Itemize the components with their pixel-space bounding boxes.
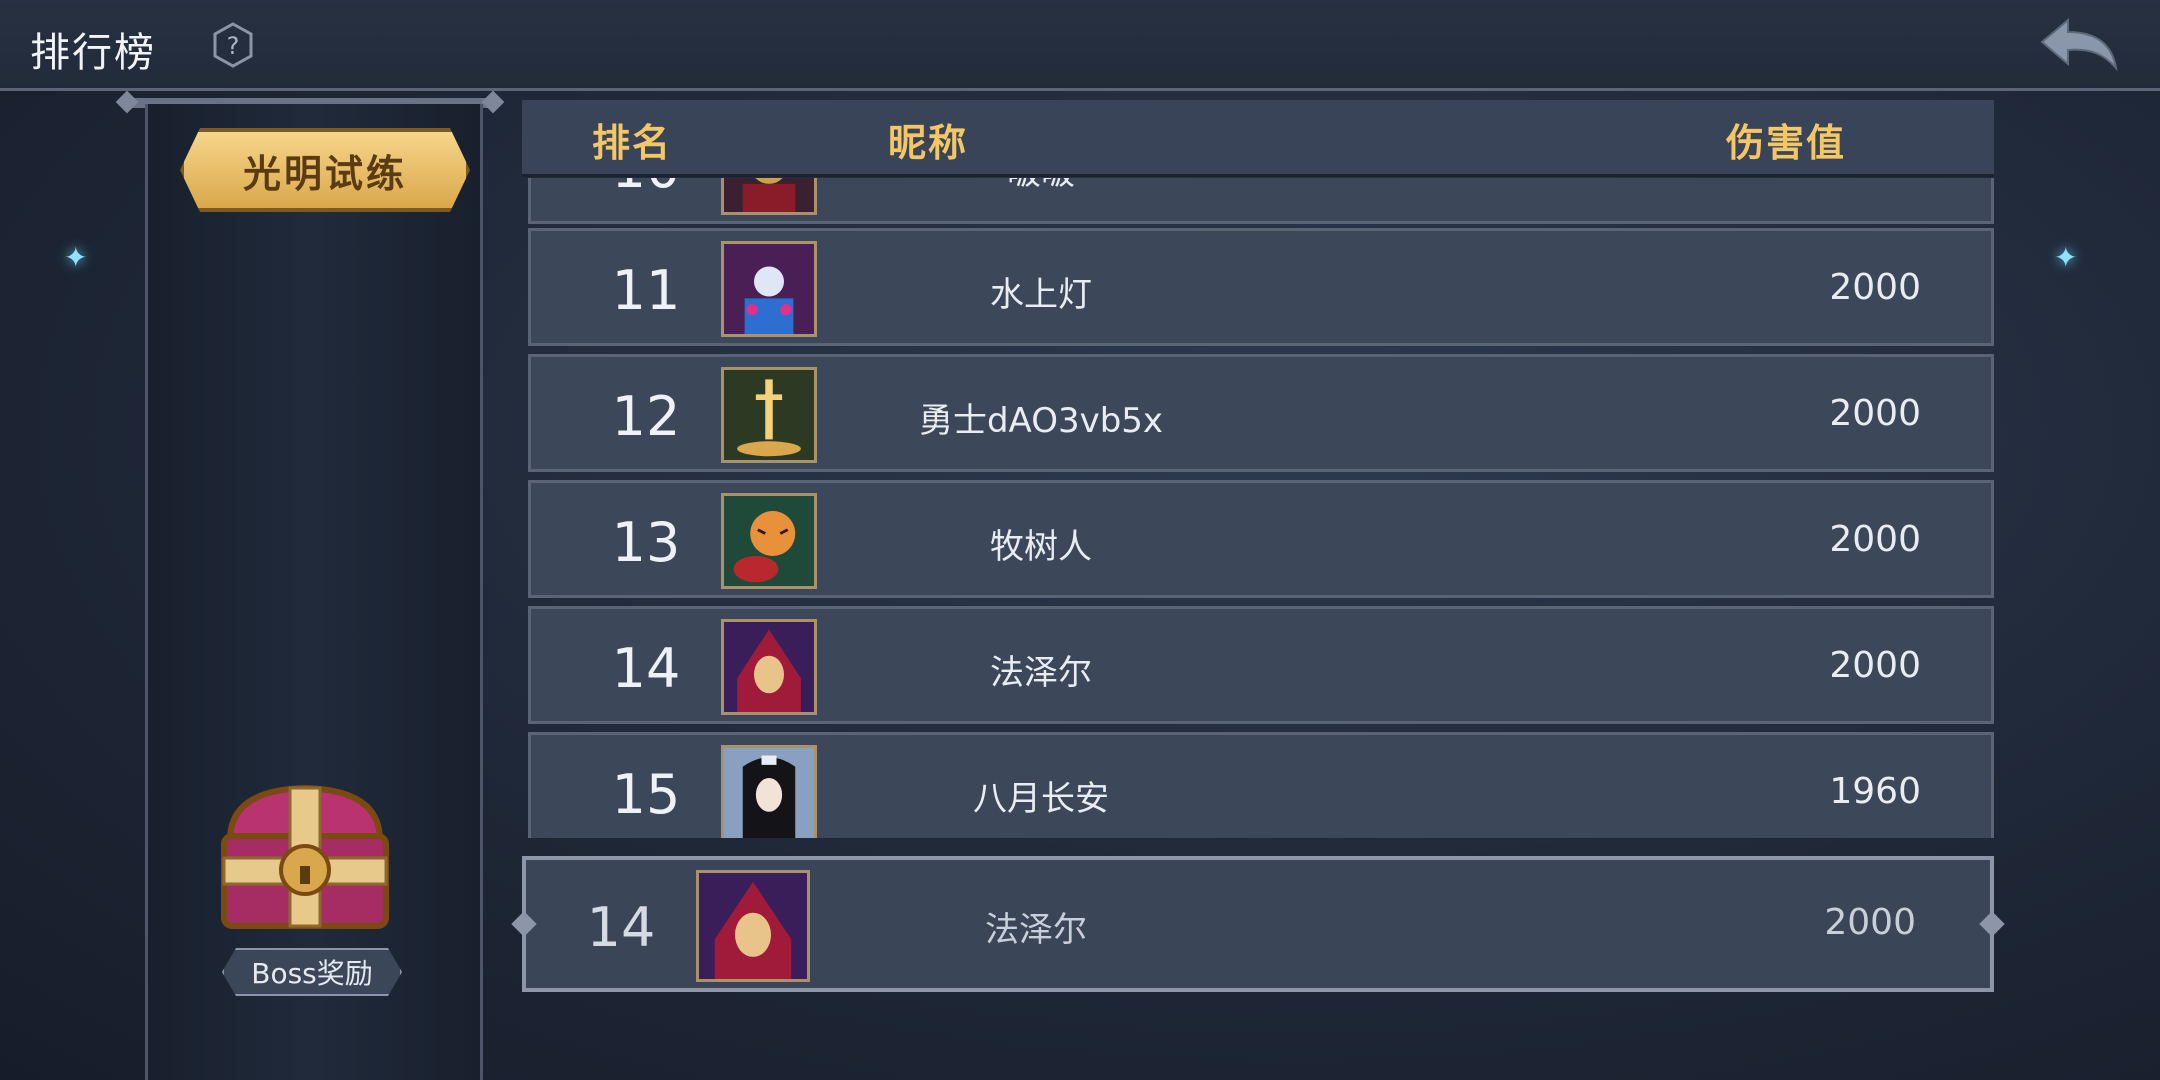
red-hood-avatar (721, 619, 817, 715)
table-row[interactable]: 10 啵啵 2000 (528, 178, 1994, 224)
sparkle-icon: ✦ (64, 241, 88, 274)
player-nickname: 啵啵 (821, 178, 1261, 194)
tab-light-trial[interactable]: 光明试练 (180, 128, 470, 212)
column-header-nickname: 昵称 (888, 121, 969, 165)
table-row[interactable]: 13 牧树人 2000 (528, 480, 1994, 598)
damage-value: 2000 (1829, 519, 1921, 560)
rank-number: 14 (611, 637, 681, 700)
table-row[interactable]: 12 勇士dAO3vb5x 2000 (528, 354, 1994, 472)
damage-value: 2000 (1829, 645, 1921, 686)
question-hexagon-icon[interactable]: ? (210, 22, 256, 68)
table-row[interactable]: 11 水上灯 2000 (528, 228, 1994, 346)
dark-hair-avatar (721, 745, 817, 838)
rank-number: 14 (586, 896, 656, 959)
sparkle-icon: ✦ (2054, 241, 2078, 274)
damage-value: 2000 (1829, 393, 1921, 434)
leaderboard-list[interactable]: 10 啵啵 2000 11 水上灯 2000 12 勇士dAO3vb5x 200… (522, 178, 1994, 838)
sword-avatar (721, 367, 817, 463)
leaderboard-panel: 排名 昵称 伤害值 10 啵啵 2000 11 水上灯 2000 12 (522, 100, 1994, 838)
rank-number: 12 (611, 385, 681, 448)
player-nickname: 水上灯 (990, 275, 1092, 315)
table-row[interactable]: 14 法泽尔 2000 (528, 606, 1994, 724)
damage-value: 2000 (1824, 902, 1916, 943)
damage-value: 1960 (1829, 771, 1921, 812)
rank-number: 15 (611, 763, 681, 826)
player-nickname: 法泽尔 (990, 653, 1092, 693)
my-rank-row[interactable]: 14 法泽尔 2000 (522, 856, 1994, 992)
table-row[interactable]: 15 八月长安 1960 (528, 732, 1994, 838)
player-nickname: 法泽尔 (985, 910, 1087, 950)
tiger-avatar (721, 493, 817, 589)
rank-number: 13 (611, 511, 681, 574)
player-nickname: 勇士dAO3vb5x (918, 401, 1164, 441)
knight-avatar (721, 178, 817, 215)
column-header-damage: 伤害值 (1726, 121, 1847, 165)
svg-text:?: ? (227, 32, 240, 60)
back-arrow-icon[interactable] (2038, 14, 2122, 74)
column-header-rank: 排名 (592, 121, 673, 165)
page-title: 排行榜 (30, 30, 156, 76)
rank-number: 11 (611, 259, 681, 322)
player-nickname: 八月长安 (973, 779, 1109, 819)
treasure-chest-icon[interactable] (210, 770, 400, 940)
boss-reward-button[interactable]: Boss奖励 (222, 948, 402, 996)
damage-value: 2000 (1721, 178, 1921, 186)
red-hood-avatar (696, 870, 810, 982)
sorceress-avatar (721, 241, 817, 337)
top-bar: 排行榜 ? (0, 0, 2160, 91)
damage-value: 2000 (1829, 267, 1921, 308)
table-header: 排名 昵称 伤害值 (522, 100, 1994, 177)
rank-number: 10 (591, 178, 701, 200)
player-nickname: 牧树人 (990, 527, 1092, 567)
